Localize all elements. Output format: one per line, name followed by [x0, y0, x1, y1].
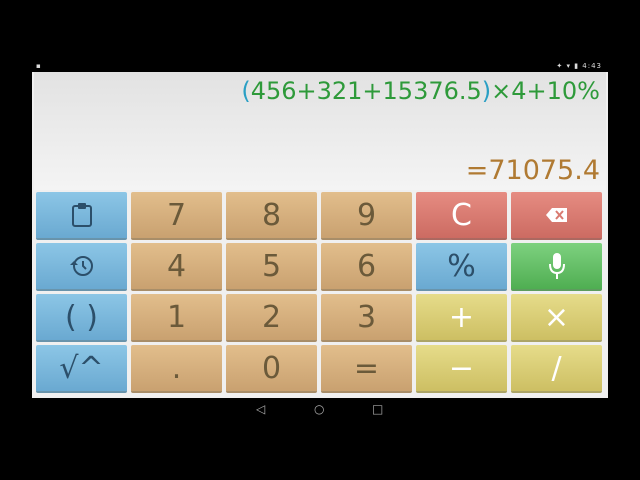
digit-8-button[interactable]: 8 — [226, 192, 317, 240]
sqrt-power-button[interactable]: √^ — [36, 345, 127, 393]
digit-4-button[interactable]: 4 — [131, 243, 222, 291]
percent-button[interactable]: % — [416, 243, 507, 291]
history-button[interactable] — [36, 243, 127, 291]
clear-button[interactable]: C — [416, 192, 507, 240]
app-screen: ▪ ✦ ▾ ▮ 4:43 (456+321+15376.5)×4+10% =71… — [32, 60, 608, 398]
notification-icon: ▪ — [36, 62, 41, 70]
expression-text[interactable]: (456+321+15376.5)×4+10% — [241, 76, 600, 106]
microphone-icon — [548, 252, 566, 280]
expr-close-paren: ) — [481, 77, 492, 105]
decimal-button[interactable]: . — [131, 345, 222, 393]
digit-2-button[interactable]: 2 — [226, 294, 317, 342]
digit-0-button[interactable]: 0 — [226, 345, 317, 393]
digit-9-button[interactable]: 9 — [321, 192, 412, 240]
divide-button[interactable]: / — [511, 345, 602, 393]
clipboard-icon — [71, 202, 93, 228]
back-nav-button[interactable]: ◁ — [256, 402, 265, 416]
minus-button[interactable]: − — [416, 345, 507, 393]
expr-open-paren: ( — [241, 77, 251, 105]
calculator-display: (456+321+15376.5)×4+10% =71075.4 — [34, 72, 606, 190]
expr-inner: 456+321+15376.5 — [250, 77, 482, 105]
multiply-button[interactable]: × — [511, 294, 602, 342]
microphone-button[interactable] — [511, 243, 602, 291]
digit-5-button[interactable]: 5 — [226, 243, 317, 291]
equals-button[interactable]: = — [321, 345, 412, 393]
history-icon — [69, 254, 95, 278]
home-nav-button[interactable]: ○ — [314, 402, 324, 416]
plus-button[interactable]: + — [416, 294, 507, 342]
digit-7-button[interactable]: 7 — [131, 192, 222, 240]
backspace-button[interactable] — [511, 192, 602, 240]
status-clock: ✦ ▾ ▮ 4:43 — [556, 62, 602, 70]
clipboard-button[interactable] — [36, 192, 127, 240]
digit-1-button[interactable]: 1 — [131, 294, 222, 342]
backspace-icon — [545, 207, 569, 223]
parentheses-button[interactable]: ( ) — [36, 294, 127, 342]
result-text: =71075.4 — [465, 155, 600, 186]
status-bar: ▪ ✦ ▾ ▮ 4:43 — [32, 60, 608, 72]
recents-nav-button[interactable]: □ — [372, 402, 383, 416]
expr-rest: ×4+10% — [491, 77, 600, 105]
digit-6-button[interactable]: 6 — [321, 243, 412, 291]
digit-3-button[interactable]: 3 — [321, 294, 412, 342]
android-nav-bar: ◁ ○ □ — [0, 398, 640, 420]
keypad: 7 8 9 C 4 5 6 % ( ) 1 2 3 + × √^ . 0 = −… — [36, 192, 604, 394]
